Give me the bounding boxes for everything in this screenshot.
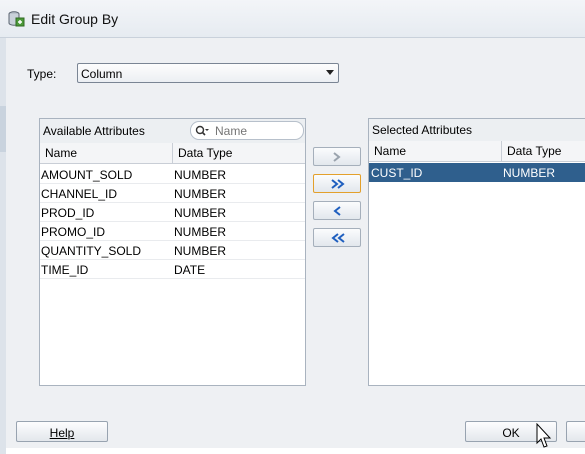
type-dropdown[interactable]: Column bbox=[77, 63, 339, 83]
attr-type: NUMBER bbox=[174, 206, 227, 220]
list-item[interactable]: CHANNEL_ID NUMBER bbox=[40, 184, 305, 203]
selected-title: Selected Attributes bbox=[372, 123, 473, 137]
database-icon bbox=[8, 11, 25, 27]
help-button[interactable]: Help bbox=[16, 421, 108, 442]
attr-name: TIME_ID bbox=[41, 263, 89, 277]
move-left-icon bbox=[333, 206, 341, 216]
move-right-button[interactable] bbox=[313, 147, 361, 166]
move-all-left-button[interactable] bbox=[313, 228, 361, 247]
move-all-left-icon bbox=[331, 233, 345, 243]
attr-type: NUMBER bbox=[174, 168, 227, 182]
attr-name: QUANTITY_SOLD bbox=[41, 244, 142, 258]
search-box[interactable] bbox=[190, 121, 304, 140]
attr-type: DATE bbox=[174, 263, 206, 277]
type-label: Type: bbox=[27, 67, 57, 81]
column-header-name[interactable]: Name bbox=[40, 143, 172, 164]
list-item[interactable]: TIME_ID DATE bbox=[40, 260, 305, 279]
selected-panel-header: Selected Attributes bbox=[369, 119, 585, 141]
attr-name: CUST_ID bbox=[371, 166, 423, 180]
selected-list-item[interactable]: CUST_ID NUMBER bbox=[369, 163, 585, 182]
attr-type: NUMBER bbox=[503, 166, 556, 180]
attr-type: NUMBER bbox=[174, 225, 227, 239]
column-header-data-type[interactable]: Data Type bbox=[502, 141, 585, 162]
column-header-data-type[interactable]: Data Type bbox=[173, 143, 305, 164]
list-item[interactable]: PROD_ID NUMBER bbox=[40, 203, 305, 222]
window-title: Edit Group By bbox=[31, 11, 119, 27]
selected-attributes-panel: Selected Attributes Name Data Type CUST_… bbox=[368, 118, 585, 386]
mouse-cursor-icon bbox=[536, 423, 552, 448]
list-item[interactable]: QUANTITY_SOLD NUMBER bbox=[40, 241, 305, 260]
search-input[interactable] bbox=[215, 124, 295, 138]
move-left-button[interactable] bbox=[313, 201, 361, 220]
attr-name: AMOUNT_SOLD bbox=[41, 168, 133, 182]
available-attributes-panel: Available Attributes Name Data Type AMOU… bbox=[39, 118, 306, 386]
search-icon[interactable] bbox=[195, 125, 209, 137]
move-all-right-icon bbox=[331, 179, 345, 189]
chevron-down-icon bbox=[326, 70, 334, 75]
list-item[interactable]: AMOUNT_SOLD NUMBER bbox=[40, 165, 305, 184]
attr-name: PROMO_ID bbox=[41, 225, 106, 239]
attr-type: NUMBER bbox=[174, 244, 227, 258]
column-header-name[interactable]: Name bbox=[369, 141, 501, 162]
cancel-button[interactable] bbox=[566, 421, 585, 442]
attr-name: CHANNEL_ID bbox=[41, 187, 118, 201]
attr-type: NUMBER bbox=[174, 187, 227, 201]
type-selected-value: Column bbox=[81, 67, 123, 81]
available-panel-header: Available Attributes bbox=[40, 119, 305, 143]
move-right-icon bbox=[333, 152, 341, 162]
title-bar: Edit Group By bbox=[0, 0, 585, 38]
list-item[interactable]: PROMO_ID NUMBER bbox=[40, 222, 305, 241]
available-title: Available Attributes bbox=[43, 124, 145, 138]
attr-name: PROD_ID bbox=[41, 206, 95, 220]
move-all-right-button[interactable] bbox=[313, 174, 361, 193]
